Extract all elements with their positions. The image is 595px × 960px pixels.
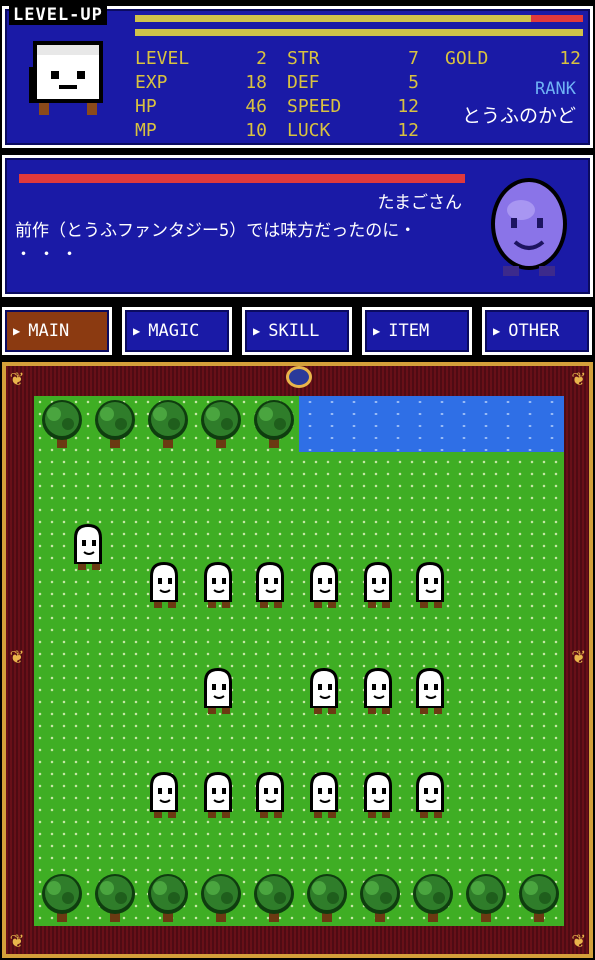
tab-main[interactable]: ▶ MAIN [2, 307, 112, 355]
stat-label-speed: SPEED [287, 96, 342, 117]
tree-sprite [407, 872, 459, 924]
tab-item[interactable]: ▶ ITEM [362, 307, 472, 355]
frame-ornament-icon: ❦ [10, 366, 24, 391]
frame-ornament-icon: ❦ [571, 644, 585, 669]
hp-bar [135, 15, 583, 22]
tree-sprite [513, 872, 564, 924]
tree-sprite [142, 872, 194, 924]
tree-sprite [36, 398, 88, 450]
levelup-label: LEVEL-UP [9, 5, 107, 25]
stat-value-hp: 46 [245, 96, 267, 117]
tree-sprite [142, 398, 194, 450]
tree-sprite [460, 872, 512, 924]
stat-value-luck: 12 [397, 120, 419, 141]
frame-gem-icon [286, 366, 312, 388]
rank-label: RANK [535, 79, 576, 99]
tab-other[interactable]: ▶ OTHER [482, 307, 592, 355]
mp-bar [135, 29, 583, 36]
arrow-right-icon: ▶ [493, 324, 501, 338]
stat-label-gold: GOLD [445, 48, 489, 69]
tofu-player-avatar [29, 41, 103, 115]
field-map[interactable] [34, 396, 564, 926]
rank-value: とうふのかど [461, 105, 576, 127]
tofu-sprite [406, 558, 454, 610]
tree-sprite [36, 872, 88, 924]
water-area [299, 396, 564, 452]
tofu-sprite [406, 664, 454, 716]
status-panel: LEVEL-UP LEVEL 2 EXP 18 HP 46 MP 10 STR … [2, 5, 593, 148]
arrow-right-icon: ▶ [13, 324, 21, 338]
frame-ornament-icon: ❦ [571, 366, 585, 391]
dialog-text-line-2: ・・・ [15, 245, 84, 265]
arrow-right-icon: ▶ [373, 324, 381, 338]
tofu-sprite [246, 558, 294, 610]
frame-ornament-icon: ❦ [10, 644, 24, 669]
tab-skill-label: SKILL [268, 321, 320, 341]
tofu-sprite [194, 558, 242, 610]
tofu-sprite [140, 558, 188, 610]
tree-sprite [89, 872, 141, 924]
dialog-panel: たまごさん 前作（とうふファンタジー5）では味方だったのに・ ・・・ [2, 155, 593, 297]
tofu-sprite [300, 558, 348, 610]
tree-sprite [89, 398, 141, 450]
hp-bar-lost [531, 15, 583, 22]
tab-magic[interactable]: ▶ MAGIC [122, 307, 232, 355]
tofu-sprite [140, 768, 188, 820]
tree-sprite [248, 872, 300, 924]
tofu-sprite [300, 664, 348, 716]
stat-label-str: STR [287, 48, 320, 69]
stat-value-def: 5 [408, 72, 419, 93]
tofu-sprite [354, 664, 402, 716]
speaker-name: たまごさん [377, 193, 463, 213]
stat-value-gold: 12 [559, 48, 581, 69]
tree-sprite [195, 398, 247, 450]
stat-value-speed: 12 [397, 96, 419, 117]
tree-sprite [248, 398, 300, 450]
enemy-hp-bar [19, 174, 465, 183]
stat-label-hp: HP [135, 96, 157, 117]
tofu-sprite [300, 768, 348, 820]
tab-magic-label: MAGIC [148, 321, 200, 341]
arrow-right-icon: ▶ [133, 324, 141, 338]
stat-label-exp: EXP [135, 72, 168, 93]
tab-main-label: MAIN [28, 321, 70, 341]
tab-item-label: ITEM [388, 321, 430, 341]
map-frame: ❦ ❦ ❦ ❦ ❦ ❦ [2, 362, 593, 958]
tofu-sprite [354, 558, 402, 610]
tofu-sprite [194, 768, 242, 820]
stat-label-def: DEF [287, 72, 320, 93]
stat-value-level: 2 [256, 48, 267, 69]
tofu-sprite [354, 768, 402, 820]
stat-value-str: 7 [408, 48, 419, 69]
tofu-player-sprite [64, 520, 112, 572]
arrow-right-icon: ▶ [253, 324, 261, 338]
tofu-sprite [246, 768, 294, 820]
tree-sprite [301, 872, 353, 924]
stat-label-level: LEVEL [135, 48, 190, 69]
dialog-text-line-1: 前作（とうふファンタジー5）では味方だったのに・ [15, 221, 417, 241]
frame-ornament-icon: ❦ [10, 928, 24, 953]
stat-value-exp: 18 [245, 72, 267, 93]
stat-value-mp: 10 [245, 120, 267, 141]
tab-skill[interactable]: ▶ SKILL [242, 307, 352, 355]
tree-sprite [195, 872, 247, 924]
tree-sprite [354, 872, 406, 924]
tab-other-label: OTHER [508, 321, 560, 341]
egg-enemy-portrait [491, 178, 567, 276]
tofu-sprite [194, 664, 242, 716]
tofu-sprite [406, 768, 454, 820]
stat-label-luck: LUCK [287, 120, 331, 141]
frame-ornament-icon: ❦ [571, 928, 585, 953]
stat-label-mp: MP [135, 120, 157, 141]
